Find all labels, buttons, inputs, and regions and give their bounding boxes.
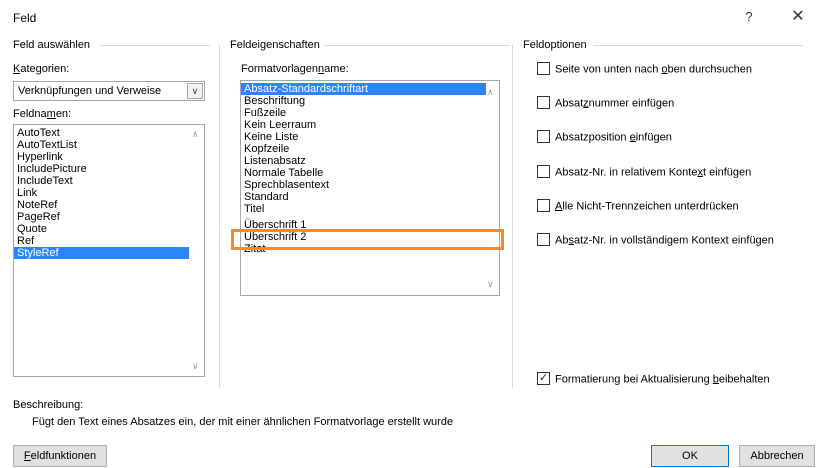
cancel-button[interactable]: Abbrechen (739, 445, 815, 467)
list-item[interactable]: Standard (241, 191, 486, 203)
checkbox-unchecked[interactable] (537, 233, 550, 246)
group-divider (100, 45, 210, 46)
list-item[interactable]: Kopfzeile (241, 143, 486, 155)
list-item-selected[interactable]: StyleRef (14, 247, 189, 259)
option-insert-paragraph-position[interactable]: Absatzposition einfügen (537, 130, 672, 147)
field-codes-button[interactable]: Feldfunktionen (13, 445, 107, 467)
list-item[interactable]: Fußzeile (241, 107, 486, 119)
list-item[interactable]: IncludeText (14, 175, 189, 187)
list-item[interactable]: PageRef (14, 211, 189, 223)
list-item-selected[interactable]: Absatz-Standardschriftart (241, 83, 486, 95)
list-item[interactable]: AutoTextList (14, 139, 189, 151)
list-item[interactable]: Keine Liste (241, 131, 486, 143)
list-item[interactable]: Normale Tabelle (241, 167, 486, 179)
list-item[interactable]: Kein Leerraum (241, 119, 486, 131)
list-item[interactable]: Listenabsatz (241, 155, 486, 167)
dialog-title: Feld (13, 11, 37, 25)
group-divider (322, 45, 510, 46)
list-item[interactable]: IncludePicture (14, 163, 189, 175)
categories-dropdown[interactable]: Verknüpfungen und Verweise ∨ (13, 81, 205, 101)
ok-button[interactable]: OK (651, 445, 729, 467)
checkbox-unchecked[interactable] (537, 165, 550, 178)
list-item[interactable]: AutoText (14, 127, 189, 139)
group-divider (512, 45, 513, 388)
list-item[interactable]: Titel (241, 203, 486, 215)
checkbox-unchecked[interactable] (537, 199, 550, 212)
style-names-list[interactable]: Absatz-Standardschriftart Beschriftung F… (240, 80, 500, 296)
fieldnames-label: Feldnamen: (13, 108, 72, 120)
close-button[interactable]: ✕ (786, 6, 810, 28)
scroll-up-icon[interactable]: ∧ (487, 87, 494, 98)
list-item[interactable]: Quote (14, 223, 189, 235)
scroll-up-icon[interactable]: ∧ (192, 129, 199, 140)
checkbox-unchecked[interactable] (537, 62, 550, 75)
highlight-box (231, 229, 504, 250)
list-item[interactable]: Hyperlink (14, 151, 189, 163)
description-label: Beschreibung: (13, 399, 84, 411)
description-text: Fügt den Text eines Absatzes ein, der mi… (32, 416, 454, 428)
fieldnames-list[interactable]: AutoText AutoTextList Hyperlink IncludeP… (13, 124, 205, 377)
scroll-down-icon[interactable]: ∨ (192, 361, 199, 372)
categories-selected-value: Verknüpfungen und Verweise (18, 85, 162, 97)
checkbox-unchecked[interactable] (537, 96, 550, 109)
option-search-from-bottom[interactable]: Seite von unten nach oben durchsuchen (537, 62, 752, 79)
help-button[interactable]: ? (738, 6, 760, 28)
list-item[interactable]: NoteRef (14, 199, 189, 211)
group-divider (219, 45, 220, 388)
categories-label: Kategorien: (13, 63, 70, 75)
field-properties-group-title: Feldeigenschaften (230, 39, 324, 51)
option-suppress-non-delimiters[interactable]: Alle Nicht-Trennzeichen unterdrücken (537, 199, 739, 216)
option-keep-formatting[interactable]: ✓ Formatierung bei Aktualisierung beibeha… (537, 372, 770, 389)
select-field-group-title: Feld auswählen (13, 39, 95, 51)
list-item[interactable]: Beschriftung (241, 95, 486, 107)
checkbox-checked[interactable]: ✓ (537, 372, 550, 385)
field-options-group-title: Feldoptionen (523, 39, 591, 51)
option-insert-paragraph-number[interactable]: Absatznummer einfügen (537, 96, 674, 113)
list-item[interactable]: Ref (14, 235, 189, 247)
checkbox-unchecked[interactable] (537, 130, 550, 143)
group-divider (593, 45, 803, 46)
option-relative-context[interactable]: Absatz-Nr. in relativem Kontext einfügen (537, 165, 751, 182)
list-item[interactable]: Link (14, 187, 189, 199)
scroll-down-icon[interactable]: ∨ (487, 279, 494, 290)
style-name-label: Formatvorlagenname: (241, 63, 349, 75)
list-item[interactable]: Sprechblasentext (241, 179, 486, 191)
option-full-context[interactable]: Absatz-Nr. in vollständigem Kontext einf… (537, 233, 774, 250)
chevron-down-icon[interactable]: ∨ (187, 83, 203, 99)
